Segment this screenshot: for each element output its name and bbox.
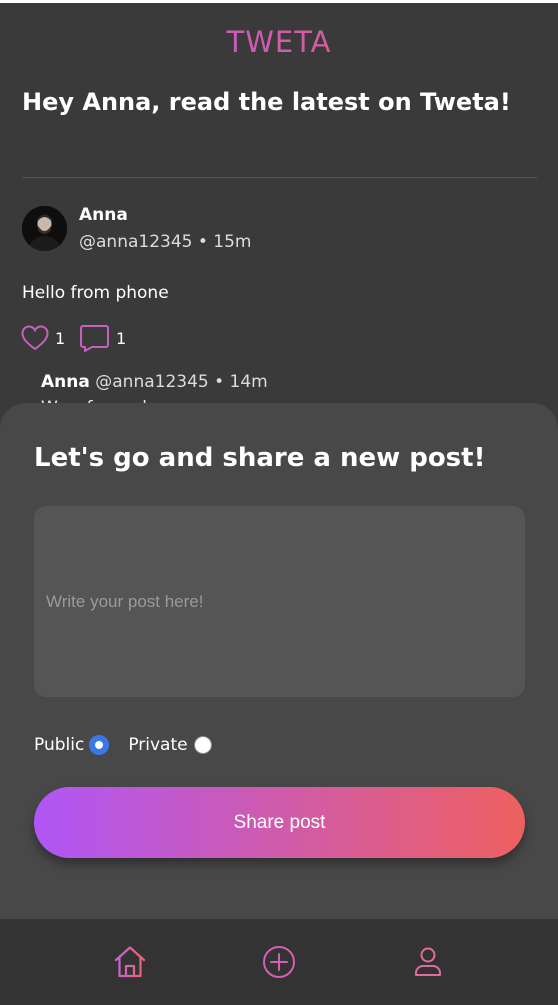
heart-icon	[21, 325, 49, 351]
comment-icon	[80, 325, 109, 352]
nav-home[interactable]	[112, 944, 148, 980]
post-author-meta: @anna12345 • 15m	[79, 232, 252, 252]
divider	[22, 177, 537, 178]
reply-author-name[interactable]: Anna	[41, 372, 90, 392]
new-post-sheet: Let's go and share a new post! Public Pr…	[0, 403, 558, 963]
like-count: 1	[55, 328, 66, 348]
comment-count: 1	[116, 328, 127, 348]
bottom-nav	[0, 919, 558, 1005]
visibility-options: Public Private	[34, 735, 232, 755]
public-radio[interactable]	[90, 736, 109, 754]
app-screen: TWETA Hey Anna, read the latest on Tweta…	[0, 3, 558, 1005]
avatar[interactable]	[22, 206, 67, 251]
home-icon	[114, 946, 146, 978]
share-post-button[interactable]: Share post	[34, 787, 525, 858]
reply-header: Anna @anna12345 • 14m	[41, 372, 268, 392]
like-button[interactable]: 1	[21, 323, 65, 353]
comment-button[interactable]: 1	[80, 323, 126, 353]
user-photo-icon	[22, 206, 67, 251]
public-label: Public	[34, 735, 85, 755]
new-post-title: Let's go and share a new post!	[34, 443, 486, 473]
post-text: Hello from phone	[22, 283, 169, 303]
app-logo[interactable]: TWETA	[0, 25, 558, 59]
private-label: Private	[128, 735, 188, 755]
post-input[interactable]	[34, 506, 525, 697]
nav-profile[interactable]	[410, 944, 446, 980]
page-title: Hey Anna, read the latest on Tweta!	[22, 88, 511, 116]
post-author-name[interactable]: Anna	[79, 205, 128, 225]
reply-author-meta: @anna12345 • 14m	[95, 372, 268, 392]
profile-icon	[415, 947, 441, 976]
nav-add[interactable]	[261, 944, 297, 980]
private-radio[interactable]	[193, 736, 212, 754]
add-circle-icon	[263, 946, 295, 978]
